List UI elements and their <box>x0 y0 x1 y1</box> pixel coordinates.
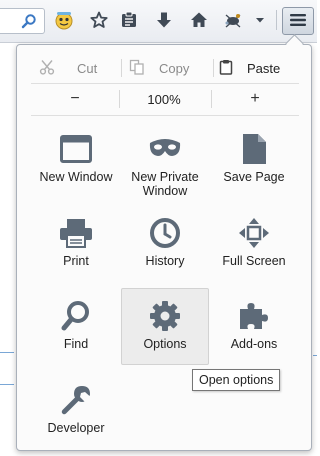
options-tooltip: Open options <box>192 369 281 391</box>
paste-label: Paste <box>247 60 281 76</box>
sync-avatar-icon[interactable] <box>53 9 75 31</box>
private-mask-icon <box>148 128 182 170</box>
addon-icon[interactable] <box>222 9 244 31</box>
gear-icon <box>149 295 181 337</box>
page-divider <box>0 352 14 353</box>
separator <box>121 59 122 77</box>
options-button[interactable]: Options <box>121 288 209 365</box>
full-screen-button[interactable]: Full Screen <box>210 207 298 283</box>
clock-icon <box>149 212 181 254</box>
print-label: Print <box>63 254 89 268</box>
zoom-controls: − 100% + <box>31 84 299 114</box>
copy-icon <box>129 59 145 78</box>
new-private-window-button[interactable]: New Private Window <box>121 123 209 199</box>
find-label: Find <box>63 337 89 351</box>
page-divider <box>313 355 317 356</box>
zoom-out-button[interactable]: − <box>31 84 119 114</box>
printer-icon <box>59 212 93 254</box>
save-page-icon <box>241 128 267 170</box>
page-divider <box>0 384 14 385</box>
separator <box>31 115 299 116</box>
bookmark-star-icon[interactable] <box>88 9 110 31</box>
addons-button[interactable]: Add-ons <box>210 290 298 366</box>
zoom-level-label: 100% <box>147 91 181 107</box>
search-icon[interactable] <box>21 13 37 32</box>
downloads-icon[interactable] <box>153 9 175 31</box>
reading-list-icon[interactable] <box>118 9 140 31</box>
magnifier-icon <box>61 295 91 337</box>
developer-button[interactable]: Developer <box>32 374 120 450</box>
find-button[interactable]: Find <box>32 290 120 366</box>
toolbar-separator <box>276 10 277 30</box>
edit-controls: Cut Copy Paste <box>31 53 299 83</box>
navigation-toolbar <box>0 0 317 43</box>
zoom-in-button[interactable]: + <box>211 84 299 114</box>
zoom-in-label: + <box>250 90 260 107</box>
fullscreen-arrows-icon <box>238 212 270 254</box>
puzzle-piece-icon <box>237 295 271 337</box>
dropdown-arrow-icon[interactable] <box>252 9 268 31</box>
search-field[interactable] <box>0 8 45 34</box>
paste-button[interactable]: Paste <box>219 53 280 83</box>
history-button[interactable]: History <box>121 207 209 283</box>
menu-icon <box>289 13 307 30</box>
window-icon <box>60 128 92 170</box>
tooltip-text: Open options <box>199 373 274 387</box>
full-screen-label: Full Screen <box>222 254 286 268</box>
cut-label: Cut <box>77 60 98 76</box>
save-page-button[interactable]: Save Page <box>210 123 298 199</box>
zoom-reset-button[interactable]: 100% <box>119 84 209 114</box>
history-label: History <box>145 254 185 268</box>
cut-button[interactable]: Cut <box>39 53 97 83</box>
wrench-icon <box>60 379 92 421</box>
copy-button[interactable]: Copy <box>129 53 189 83</box>
save-page-label: Save Page <box>223 170 285 184</box>
print-button[interactable]: Print <box>32 207 120 283</box>
copy-label: Copy <box>159 60 190 76</box>
clipboard-icon <box>219 59 233 78</box>
menu-button[interactable] <box>282 7 314 35</box>
scissors-icon <box>39 59 55 78</box>
zoom-out-label: − <box>70 90 80 107</box>
home-icon[interactable] <box>188 9 210 31</box>
new-private-window-label: New Private Window <box>131 170 199 198</box>
options-label: Options <box>143 337 187 351</box>
developer-label: Developer <box>47 421 105 435</box>
new-window-button[interactable]: New Window <box>32 123 120 199</box>
addons-label: Add-ons <box>230 337 278 351</box>
separator <box>213 59 214 77</box>
new-window-label: New Window <box>39 170 113 184</box>
